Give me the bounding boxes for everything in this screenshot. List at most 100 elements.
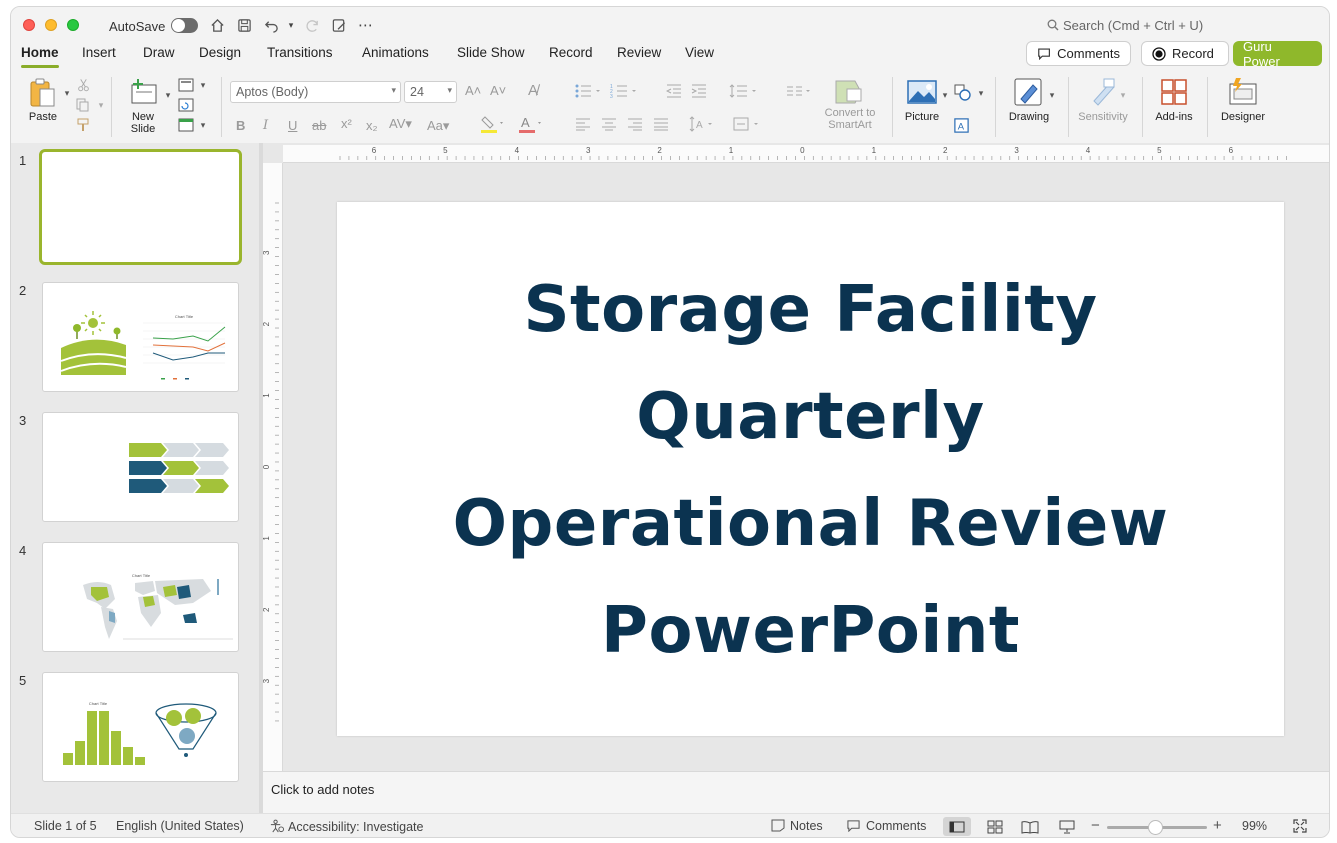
cut-icon[interactable] (73, 75, 93, 95)
home-icon[interactable] (207, 15, 227, 35)
sensitivity-dropdown-chevron-icon[interactable]: ▾ (1113, 85, 1133, 105)
shapes-icon[interactable] (953, 83, 973, 103)
convert-to-smartart-button[interactable]: Convert to SmartArt (819, 77, 881, 131)
normal-view-button[interactable] (943, 817, 971, 836)
font-color-icon[interactable]: A (518, 114, 544, 137)
increase-indent-icon[interactable] (691, 83, 707, 102)
bullets-icon[interactable] (574, 83, 604, 102)
svg-text:3: 3 (610, 94, 613, 99)
change-case-icon[interactable]: Aa▾ (427, 118, 449, 134)
font-size-select[interactable]: 24 ▾ (404, 81, 457, 103)
paste-button[interactable]: Paste (25, 77, 61, 123)
fit-to-window-button[interactable] (1292, 818, 1308, 837)
tab-design[interactable]: Design (199, 45, 241, 60)
comments-button[interactable]: Comments (1026, 41, 1131, 66)
picture-icon (907, 80, 937, 104)
slide-title[interactable]: Storage Facility Quarterly Operational R… (337, 257, 1284, 685)
columns-icon[interactable] (785, 83, 815, 102)
add-ins-button[interactable]: Add-ins (1150, 77, 1198, 123)
copy-dropdown-chevron-icon[interactable]: ▾ (91, 95, 111, 115)
guru-power-button[interactable]: Guru Power (1233, 39, 1322, 69)
align-center-icon[interactable] (601, 117, 617, 134)
italic-icon[interactable]: I (263, 118, 268, 133)
font-name-select[interactable]: Aptos (Body) ▾ (230, 81, 401, 103)
ruler-label: 4 (515, 146, 520, 155)
undo-dropdown-chevron-icon[interactable]: ▾ (281, 15, 301, 35)
tab-view[interactable]: View (685, 45, 714, 60)
tab-record[interactable]: Record (549, 45, 593, 60)
customize-toolbar-icon[interactable] (329, 15, 349, 35)
reading-view-button[interactable] (1016, 817, 1044, 836)
slide-thumbnail-4[interactable]: Chart Title (42, 542, 239, 652)
ruler-label: 1 (729, 146, 734, 155)
character-spacing-icon[interactable]: AV▾ (389, 116, 412, 132)
highlight-icon[interactable] (480, 114, 506, 137)
copy-icon[interactable] (73, 95, 93, 115)
text-direction-icon[interactable]: A (689, 115, 717, 136)
autosave-toggle[interactable] (171, 18, 198, 33)
superscript-icon[interactable]: x² (341, 116, 352, 131)
slide-thumbnail-3[interactable] (42, 412, 239, 522)
record-button[interactable]: Record (1141, 41, 1229, 66)
layout-dropdown-chevron-icon[interactable]: ▾ (193, 75, 213, 95)
undo-icon[interactable] (261, 15, 281, 35)
designer-button[interactable]: Designer (1215, 77, 1271, 123)
zoom-slider-knob[interactable] (1148, 820, 1163, 835)
justify-icon[interactable] (653, 117, 669, 134)
sensitivity-label: Sensitivity (1078, 111, 1128, 123)
notes-pane[interactable]: Click to add notes (263, 771, 1329, 813)
zoom-in-button[interactable]: + (1213, 817, 1222, 834)
drawing-dropdown-chevron-icon[interactable]: ▾ (1042, 85, 1062, 105)
new-slide-dropdown-chevron-icon[interactable]: ▾ (158, 85, 178, 105)
underline-icon[interactable]: U (288, 118, 297, 133)
section-dropdown-chevron-icon[interactable]: ▾ (193, 115, 213, 135)
tab-draw[interactable]: Draw (143, 45, 175, 60)
slide-thumbnail-1[interactable] (39, 149, 242, 265)
maximize-window-button[interactable] (67, 19, 79, 31)
slide-number: 3 (19, 413, 27, 428)
accessibility-status[interactable]: Accessibility: Investigate (269, 819, 423, 834)
decrease-font-size-icon[interactable]: A˅ (490, 83, 506, 98)
more-options-icon[interactable]: ⋯ (356, 15, 376, 35)
text-box-icon[interactable]: A (951, 115, 971, 135)
notes-button[interactable]: Notes (771, 819, 823, 833)
picture-dropdown-chevron-icon[interactable]: ▾ (935, 85, 955, 105)
slide-canvas[interactable]: Storage Facility Quarterly Operational R… (337, 202, 1284, 736)
reset-slide-icon[interactable] (176, 95, 196, 115)
slide-thumbnail-panel: 1 2 Chart Title 3 4 Chart Title 5 Chart … (11, 143, 259, 813)
minimize-window-button[interactable] (45, 19, 57, 31)
tab-transitions[interactable]: Transitions (267, 45, 333, 60)
tab-home[interactable]: Home (21, 45, 59, 68)
comments-status-button[interactable]: Comments (846, 819, 926, 833)
numbering-icon[interactable]: 123 (610, 83, 640, 102)
bold-icon[interactable]: B (236, 118, 245, 133)
align-text-icon[interactable] (732, 115, 764, 136)
clear-formatting-icon[interactable]: A̸ (528, 82, 538, 99)
save-icon[interactable] (234, 15, 254, 35)
close-window-button[interactable] (23, 19, 35, 31)
new-slide-button[interactable]: New Slide (125, 77, 161, 135)
tab-insert[interactable]: Insert (82, 45, 116, 60)
slide-thumbnail-2[interactable]: Chart Title (42, 282, 239, 392)
subscript-icon[interactable]: x₂ (366, 118, 378, 133)
slide-sorter-view-button[interactable] (981, 817, 1009, 836)
slide-show-button[interactable] (1053, 817, 1081, 836)
decrease-indent-icon[interactable] (665, 83, 682, 102)
line-spacing-icon[interactable] (729, 83, 761, 102)
format-painter-icon[interactable] (73, 115, 93, 135)
search-box[interactable]: Search (Cmd + Ctrl + U) (1047, 18, 1203, 33)
tab-review[interactable]: Review (617, 45, 661, 60)
redo-icon[interactable] (302, 15, 322, 35)
language[interactable]: English (United States) (116, 819, 244, 833)
zoom-level[interactable]: 99% (1242, 819, 1267, 833)
tab-slide-show[interactable]: Slide Show (457, 45, 525, 60)
align-left-icon[interactable] (575, 117, 591, 134)
strikethrough-icon[interactable]: ab (312, 118, 326, 133)
shapes-dropdown-chevron-icon[interactable]: ▾ (971, 83, 991, 103)
align-right-icon[interactable] (627, 117, 643, 134)
tab-animations[interactable]: Animations (362, 45, 429, 60)
increase-font-size-icon[interactable]: A˄ (465, 83, 481, 98)
zoom-out-button[interactable]: − (1091, 817, 1100, 834)
drawing-label: Drawing (1008, 111, 1050, 123)
slide-thumbnail-5[interactable]: Chart Title (42, 672, 239, 782)
